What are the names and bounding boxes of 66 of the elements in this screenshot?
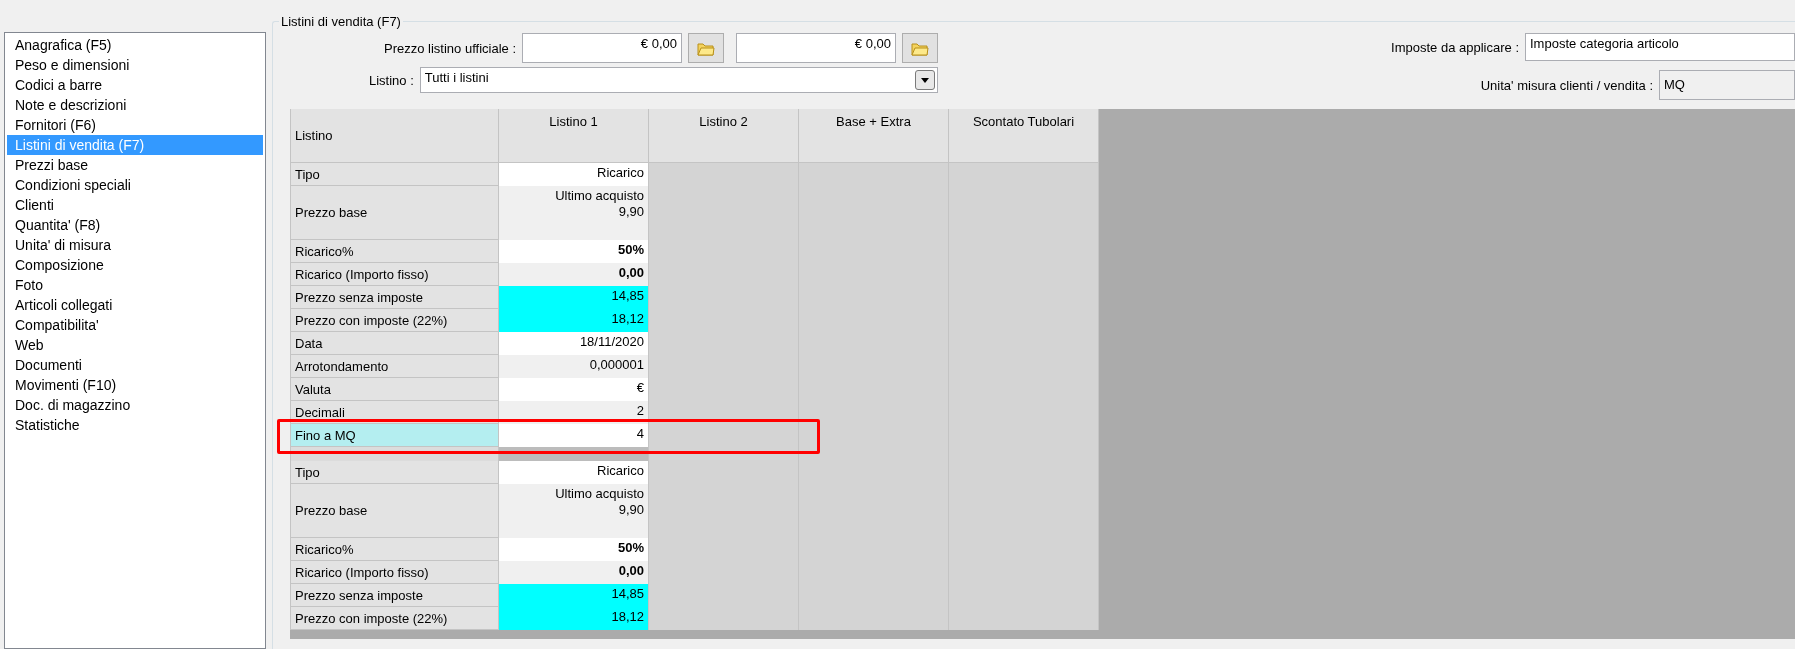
row-label: Prezzo senza imposte	[290, 584, 499, 607]
value-cell[interactable]: Ricarico	[499, 461, 649, 484]
row-label: Fino a MQ	[290, 424, 499, 447]
column-header[interactable]: Scontato Tubolari	[949, 109, 1099, 163]
sidebar-item[interactable]: Unita' di misura	[7, 235, 263, 255]
column-header[interactable]: Listino 1	[499, 109, 649, 163]
price-field[interactable]: € 0,00	[736, 33, 896, 63]
sidebar-item[interactable]: Anagrafica (F5)	[7, 35, 263, 55]
value-cell[interactable]: 0,00	[499, 263, 649, 286]
row-label: Ricarico (Importo fisso)	[290, 263, 499, 286]
unit-field[interactable]: MQ	[1659, 70, 1795, 100]
row-label: Tipo	[290, 163, 499, 186]
sidebar-item[interactable]: Foto	[7, 275, 263, 295]
row-label: Ricarico%	[290, 240, 499, 263]
row-label: Prezzo con imposte (22%)	[290, 607, 499, 630]
value-cell[interactable]: 0,000001	[499, 355, 649, 378]
value-cell[interactable]: 18,12	[499, 607, 649, 630]
sidebar-item[interactable]: Documenti	[7, 355, 263, 375]
sidebar-item[interactable]: Articoli collegati	[7, 295, 263, 315]
value-cell[interactable]: 18,12	[499, 309, 649, 332]
sidebar-item[interactable]: Movimenti (F10)	[7, 375, 263, 395]
sidebar-item[interactable]: Condizioni speciali	[7, 175, 263, 195]
value-cell[interactable]: 50%	[499, 240, 649, 263]
price-list-dropdown[interactable]: Tutti i listini	[419, 67, 938, 93]
field-label: Imposte da applicare :	[1391, 39, 1519, 55]
row-label: Arrotondamento	[290, 355, 499, 378]
value-cell[interactable]: 0,00	[499, 561, 649, 584]
sidebar-item[interactable]: Doc. di magazzino	[7, 395, 263, 415]
field-label: Unita' misura clienti / vendita :	[1480, 77, 1653, 93]
price-field[interactable]: € 0,00	[522, 33, 682, 63]
row-label: Prezzo base	[290, 484, 499, 538]
value-cell[interactable]: 14,85	[499, 584, 649, 607]
sidebar-item[interactable]: Peso e dimensioni	[7, 55, 263, 75]
value-cell[interactable]: €	[499, 378, 649, 401]
field-label: Prezzo listino ufficiale :	[384, 40, 516, 56]
value-cell[interactable]: Ricarico	[499, 163, 649, 186]
sidebar-item[interactable]: Fornitori (F6)	[7, 115, 263, 135]
sidebar-item[interactable]: Web	[7, 335, 263, 355]
sidebar-item[interactable]: Codici a barre	[7, 75, 263, 95]
sidebar-item[interactable]: Clienti	[7, 195, 263, 215]
column-header[interactable]: Listino 2	[649, 109, 799, 163]
field-label: Listino :	[369, 72, 414, 88]
row-label: Data	[290, 332, 499, 355]
row-label: Prezzo senza imposte	[290, 286, 499, 309]
sidebar-item[interactable]: Note e descrizioni	[7, 95, 263, 115]
row-label: Ricarico%	[290, 538, 499, 561]
column-header[interactable]: Listino	[290, 109, 499, 163]
value-cell[interactable]: 14,85	[499, 286, 649, 309]
row-label: Ricarico (Importo fisso)	[290, 561, 499, 584]
column-header[interactable]: Base + Extra	[799, 109, 949, 163]
sidebar-item[interactable]: Compatibilita'	[7, 315, 263, 335]
value-cell[interactable]: 50%	[499, 538, 649, 561]
taxes-field[interactable]: Imposte categoria articolo	[1525, 33, 1795, 61]
row-label: Tipo	[290, 461, 499, 484]
row-label: Valuta	[290, 378, 499, 401]
sidebar-item[interactable]: Prezzi base	[7, 155, 263, 175]
group-title: Listini di vendita (F7)	[280, 14, 402, 29]
value-cell[interactable]: Ultimo acquisto 9,90	[499, 484, 649, 538]
sidebar-item[interactable]: Quantita' (F8)	[7, 215, 263, 235]
value-cell[interactable]: Ultimo acquisto 9,90	[499, 186, 649, 240]
sidebar-item[interactable]: Statistiche	[7, 415, 263, 435]
row-label: Prezzo base	[290, 186, 499, 240]
value-cell[interactable]: 4	[499, 424, 649, 447]
sidebar-item[interactable]: Composizione	[7, 255, 263, 275]
value-cell[interactable]: 18/11/2020	[499, 332, 649, 355]
row-label: Prezzo con imposte (22%)	[290, 309, 499, 332]
